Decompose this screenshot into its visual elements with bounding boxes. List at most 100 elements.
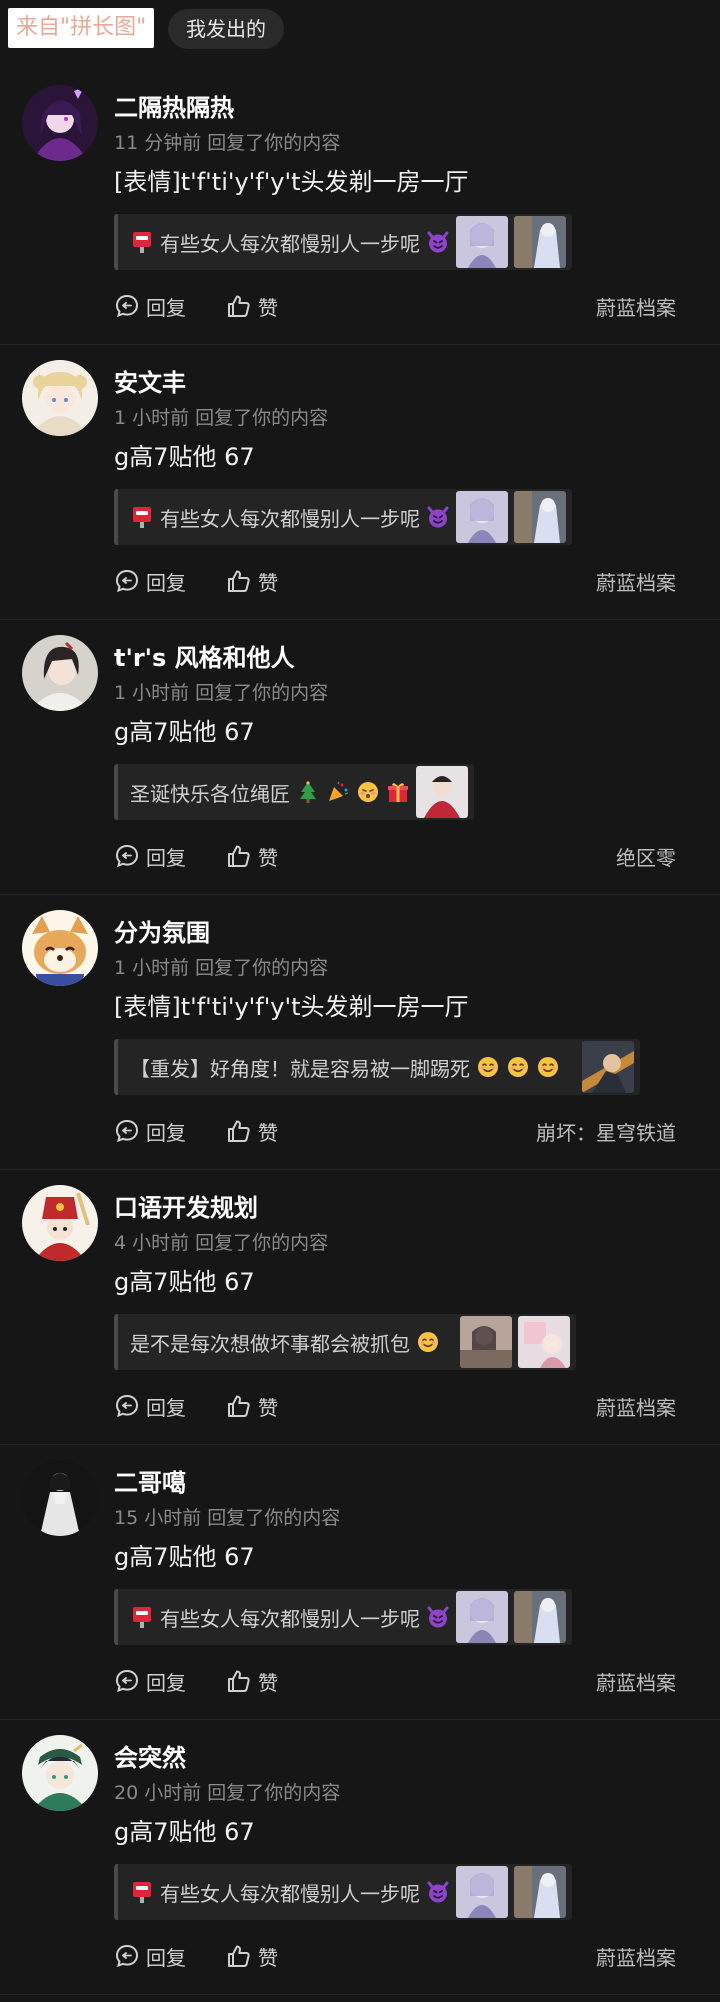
reply-icon [114,1118,140,1144]
thumbs-up-icon [226,1943,252,1969]
mailbox-icon [130,505,154,529]
like-label: 赞 [258,1945,278,1970]
reply-icon [114,293,140,319]
like-button[interactable]: 赞 [226,1117,278,1146]
source-community[interactable]: 绝区零 [616,842,676,871]
reply-button[interactable]: 回复 [114,1392,186,1421]
source-community[interactable]: 蔚蓝档案 [596,292,676,321]
action-bar: 回复 赞 崩坏：星穹铁道 [114,1115,676,1147]
like-label: 赞 [258,1120,278,1145]
devil-emoji-icon [426,230,450,254]
username[interactable]: 分为氛围 [114,913,210,948]
filter-tab-sent[interactable]: 我发出的 [168,9,284,49]
thumbs-up-icon [226,568,252,594]
action-bar: 回复 赞 蔚蓝档案 [114,290,676,322]
top-bar: 来自"拼长图" 我发出的 [0,0,720,60]
reply-button[interactable]: 回复 [114,1117,186,1146]
quoted-post-text: 有些女人每次都慢别人一步呢 [160,1881,420,1906]
thumbs-up-icon [226,1118,252,1144]
like-label: 赞 [258,570,278,595]
smiling-face-emoji-icon [536,1055,560,1079]
like-button[interactable]: 赞 [226,1392,278,1421]
timestamp-meta: 4 小时前 回复了你的内容 [114,1232,329,1254]
source-community[interactable]: 蔚蓝档案 [596,1667,676,1696]
timestamp-meta: 1 小时前 回复了你的内容 [114,407,329,429]
user-avatar[interactable] [22,360,98,436]
username[interactable]: 二隔热隔热 [114,88,234,123]
blushing-face-emoji-icon [356,780,380,804]
smiling-face-emoji-icon [476,1055,500,1079]
like-label: 赞 [258,845,278,870]
action-bar: 回复 赞 绝区零 [114,840,676,872]
post-thumbnail [456,1866,508,1918]
post-thumbnail [582,1041,634,1093]
notification-list: 二隔热隔热 11 分钟前 回复了你的内容 [表情]t'f'ti'y'f'y't头… [0,70,720,1995]
reply-button[interactable]: 回复 [114,567,186,596]
devil-emoji-icon [426,1605,450,1629]
action-bar: 回复 赞 蔚蓝档案 [114,1940,676,1972]
reply-button[interactable]: 回复 [114,1667,186,1696]
like-button[interactable]: 赞 [226,1942,278,1971]
thumbs-up-icon [226,293,252,319]
notification-item[interactable]: t'r's 风格和他人 1 小时前 回复了你的内容 g高7贴他 67 圣诞快乐各… [0,620,720,895]
like-button[interactable]: 赞 [226,1667,278,1696]
quoted-post[interactable]: 是不是每次想做坏事都会被抓包 [114,1314,576,1370]
notification-item[interactable]: 口语开发规划 4 小时前 回复了你的内容 g高7贴他 67 是不是每次想做坏事都… [0,1170,720,1445]
quoted-post[interactable]: 【重发】好角度！就是容易被一脚踢死 [114,1039,640,1095]
quoted-post[interactable]: 有些女人每次都慢别人一步呢 [114,1589,572,1645]
like-button[interactable]: 赞 [226,842,278,871]
quoted-post[interactable]: 有些女人每次都慢别人一步呢 [114,214,572,270]
mailbox-icon [130,1880,154,1904]
like-label: 赞 [258,295,278,320]
notification-item[interactable]: 二隔热隔热 11 分钟前 回复了你的内容 [表情]t'f'ti'y'f'y't头… [0,70,720,345]
gift-emoji-icon [386,780,410,804]
reply-label: 回复 [146,1395,186,1420]
user-avatar[interactable] [22,910,98,986]
username[interactable]: 口语开发规划 [114,1188,258,1223]
username[interactable]: 二哥噶 [114,1463,186,1498]
reply-text: [表情]t'f'ti'y'f'y't头发剃一房一厅 [114,168,469,196]
username[interactable]: 会突然 [114,1738,186,1773]
user-avatar[interactable] [22,635,98,711]
notification-item[interactable]: 分为氛围 1 小时前 回复了你的内容 [表情]t'f'ti'y'f'y't头发剃… [0,895,720,1170]
quoted-post[interactable]: 有些女人每次都慢别人一步呢 [114,489,572,545]
user-avatar[interactable] [22,1735,98,1811]
quoted-post-text: 有些女人每次都慢别人一步呢 [160,1606,420,1631]
like-button[interactable]: 赞 [226,292,278,321]
notification-item[interactable]: 二哥噶 15 小时前 回复了你的内容 g高7贴他 67 有些女人每次都慢别人一步… [0,1445,720,1720]
source-community[interactable]: 蔚蓝档案 [596,1942,676,1971]
user-avatar[interactable] [22,1185,98,1261]
notification-item[interactable]: 安文丰 1 小时前 回复了你的内容 g高7贴他 67 有些女人每次都慢别人一步呢… [0,345,720,620]
reply-icon [114,1668,140,1694]
quoted-post-text: 有些女人每次都慢别人一步呢 [160,506,420,531]
source-badge: 来自"拼长图" [8,8,155,48]
username[interactable]: 安文丰 [114,363,186,398]
reply-button[interactable]: 回复 [114,842,186,871]
quoted-post[interactable]: 有些女人每次都慢别人一步呢 [114,1864,572,1920]
username[interactable]: t'r's 风格和他人 [114,638,295,673]
reply-button[interactable]: 回复 [114,292,186,321]
party-popper-emoji-icon [326,780,350,804]
thumbs-up-icon [226,1393,252,1419]
smiling-face-emoji-icon [506,1055,530,1079]
user-avatar[interactable] [22,85,98,161]
devil-emoji-icon [426,1880,450,1904]
timestamp-meta: 1 小时前 回复了你的内容 [114,682,329,704]
reply-label: 回复 [146,845,186,870]
quoted-post-text: 圣诞快乐各位绳匠 [130,781,290,806]
reply-label: 回复 [146,1120,186,1145]
quoted-post[interactable]: 圣诞快乐各位绳匠 [114,764,474,820]
reply-text: g高7贴他 67 [114,443,255,471]
source-community[interactable]: 蔚蓝档案 [596,1392,676,1421]
action-bar: 回复 赞 蔚蓝档案 [114,565,676,597]
mailbox-icon [130,230,154,254]
user-avatar[interactable] [22,1460,98,1536]
like-button[interactable]: 赞 [226,567,278,596]
reply-label: 回复 [146,570,186,595]
post-thumbnail [416,766,468,818]
source-community[interactable]: 崩坏：星穹铁道 [536,1117,676,1146]
reply-button[interactable]: 回复 [114,1942,186,1971]
notification-item[interactable]: 会突然 20 小时前 回复了你的内容 g高7贴他 67 有些女人每次都慢别人一步… [0,1720,720,1995]
source-community[interactable]: 蔚蓝档案 [596,567,676,596]
reply-icon [114,568,140,594]
